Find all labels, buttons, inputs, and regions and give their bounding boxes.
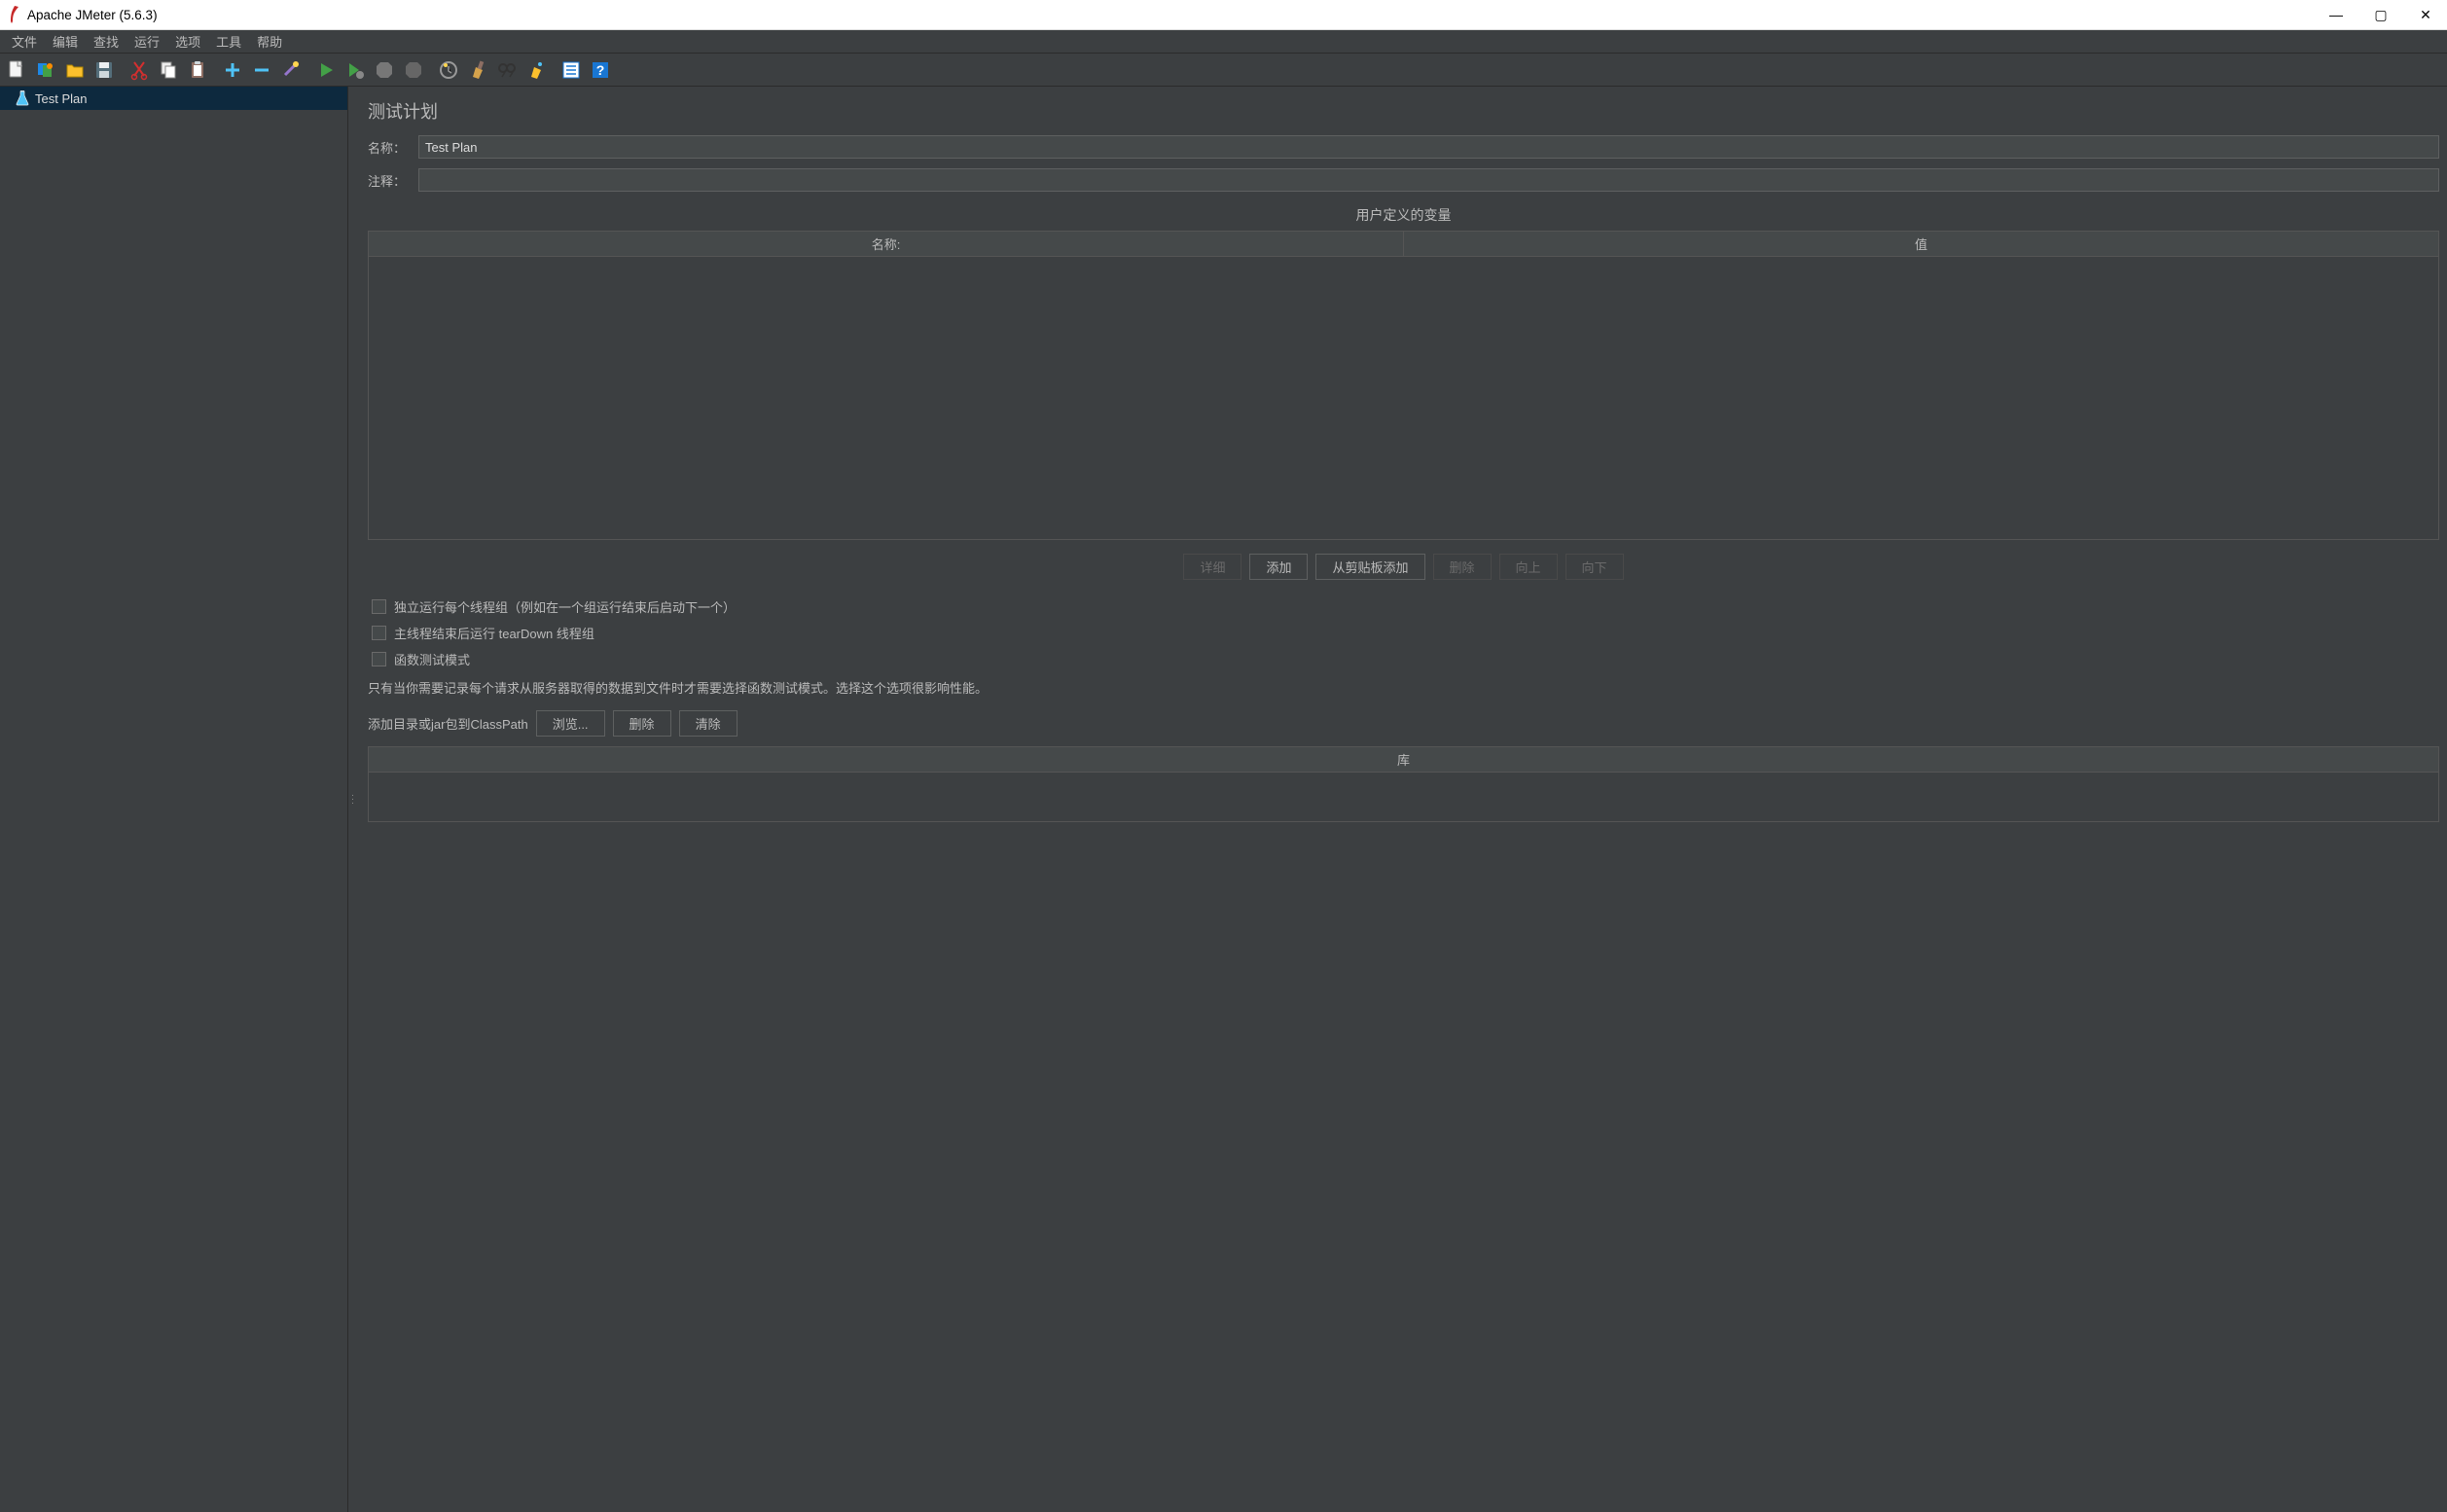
tree-node-test-plan[interactable]: Test Plan — [0, 87, 347, 110]
library-header[interactable]: 库 — [369, 747, 2438, 773]
cut-icon[interactable] — [125, 55, 154, 85]
paste-icon[interactable] — [183, 55, 212, 85]
start-no-timers-icon[interactable] — [341, 55, 370, 85]
start-icon[interactable] — [311, 55, 341, 85]
name-label: 名称： — [368, 138, 409, 157]
clear-all-icon[interactable] — [463, 55, 492, 85]
delete-button[interactable]: 删除 — [1433, 554, 1492, 580]
menu-help[interactable]: 帮助 — [249, 30, 290, 53]
templates-icon[interactable] — [31, 55, 60, 85]
copy-icon[interactable] — [154, 55, 183, 85]
add-from-clipboard-button[interactable]: 从剪贴板添加 — [1315, 554, 1424, 580]
menu-run[interactable]: 运行 — [126, 30, 167, 53]
menu-search[interactable]: 查找 — [86, 30, 126, 53]
app-feather-icon — [8, 6, 21, 23]
svg-text:?: ? — [596, 62, 605, 78]
comment-label: 注释： — [368, 171, 409, 190]
vars-body[interactable] — [369, 257, 2438, 539]
minimize-button[interactable]: — — [2322, 1, 2350, 28]
split-handle[interactable]: ··· — [348, 87, 358, 1512]
reset-search-icon[interactable] — [522, 55, 551, 85]
title-bar: Apache JMeter (5.6.3) — ▢ ✕ — [0, 0, 2447, 30]
clear-icon[interactable] — [434, 55, 463, 85]
browse-button[interactable]: 浏览... — [536, 710, 605, 737]
function-helper-icon[interactable] — [557, 55, 586, 85]
search-icon[interactable] — [492, 55, 522, 85]
menu-bar: 文件 编辑 查找 运行 选项 工具 帮助 — [0, 30, 2447, 54]
tree-panel[interactable]: Test Plan — [0, 87, 348, 1512]
delete-classpath-button[interactable]: 删除 — [613, 710, 671, 737]
stop-icon[interactable] — [370, 55, 399, 85]
functional-mode-checkbox[interactable] — [372, 652, 386, 666]
toolbar: ? — [0, 54, 2447, 87]
menu-options[interactable]: 选项 — [167, 30, 208, 53]
vars-table: 名称: 值 — [368, 231, 2439, 540]
teardown-label: 主线程结束后运行 tearDown 线程组 — [394, 624, 594, 642]
content-panel: 测试计划 名称： 注释： 用户定义的变量 名称: 值 详细 添加 从剪贴板添加 … — [358, 87, 2447, 1512]
library-body[interactable] — [369, 773, 2438, 821]
maximize-button[interactable]: ▢ — [2367, 1, 2394, 28]
flask-icon — [16, 90, 29, 106]
tree-node-label: Test Plan — [35, 91, 87, 106]
functional-mode-label: 函数测试模式 — [394, 650, 470, 668]
menu-edit[interactable]: 编辑 — [45, 30, 86, 53]
comment-input[interactable] — [418, 168, 2439, 192]
clear-classpath-button[interactable]: 清除 — [679, 710, 738, 737]
run-serial-checkbox[interactable] — [372, 599, 386, 614]
teardown-checkbox[interactable] — [372, 626, 386, 640]
expand-icon[interactable] — [218, 55, 247, 85]
panel-title: 测试计划 — [368, 98, 2439, 124]
name-input[interactable] — [418, 135, 2439, 159]
new-icon[interactable] — [2, 55, 31, 85]
functional-hint: 只有当你需要记录每个请求从服务器取得的数据到文件时才需要选择函数测试模式。选择这… — [368, 678, 2439, 697]
down-button[interactable]: 向下 — [1565, 554, 1624, 580]
vars-section-title: 用户定义的变量 — [368, 205, 2439, 225]
close-button[interactable]: ✕ — [2412, 1, 2439, 28]
main-area: Test Plan ··· 测试计划 名称： 注释： 用户定义的变量 名称: 值… — [0, 87, 2447, 1512]
shutdown-icon[interactable] — [399, 55, 428, 85]
toggle-icon[interactable] — [276, 55, 306, 85]
save-icon[interactable] — [90, 55, 119, 85]
menu-tools[interactable]: 工具 — [208, 30, 249, 53]
run-serial-label: 独立运行每个线程组（例如在一个组运行结束后启动下一个） — [394, 597, 736, 616]
detail-button[interactable]: 详细 — [1183, 554, 1241, 580]
collapse-icon[interactable] — [247, 55, 276, 85]
grip-dots-icon: ··· — [351, 794, 355, 806]
open-icon[interactable] — [60, 55, 90, 85]
classpath-label: 添加目录或jar包到ClassPath — [368, 714, 528, 733]
help-icon[interactable]: ? — [586, 55, 615, 85]
add-button[interactable]: 添加 — [1249, 554, 1308, 580]
window-title: Apache JMeter (5.6.3) — [27, 8, 158, 22]
vars-col-value[interactable]: 值 — [1404, 232, 2438, 256]
vars-col-name[interactable]: 名称: — [369, 232, 1404, 256]
up-button[interactable]: 向上 — [1499, 554, 1558, 580]
menu-file[interactable]: 文件 — [4, 30, 45, 53]
library-table: 库 — [368, 746, 2439, 822]
